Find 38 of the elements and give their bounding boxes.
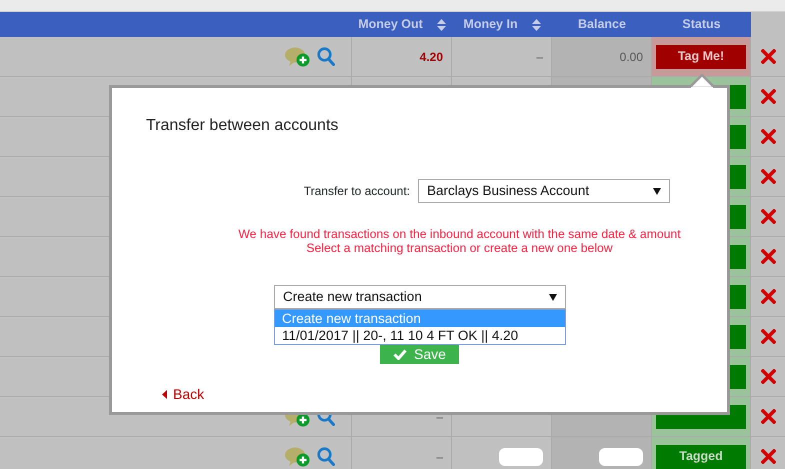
status-button[interactable]: Tagged bbox=[656, 444, 746, 468]
back-link[interactable]: Back bbox=[162, 384, 204, 406]
sort-icon[interactable] bbox=[532, 18, 541, 30]
check-icon bbox=[393, 348, 408, 360]
search-icon[interactable] bbox=[317, 47, 335, 66]
delete-button[interactable] bbox=[760, 169, 776, 184]
search-icon[interactable] bbox=[317, 447, 335, 466]
add-comment-icon[interactable] bbox=[285, 446, 311, 468]
amount-text: – bbox=[436, 408, 443, 426]
delete-button[interactable] bbox=[760, 329, 776, 344]
warning-message: We have found transactions on the inbound account with the same date & amount Select a matching transaction or create a new one below bbox=[237, 227, 682, 256]
status-button[interactable]: Tag Me! bbox=[656, 44, 746, 68]
dropdown-option[interactable]: Create new transaction bbox=[275, 310, 565, 328]
delete-button[interactable] bbox=[760, 49, 776, 64]
amount-text: – bbox=[536, 48, 543, 66]
amount-text: 0.00 bbox=[620, 48, 643, 66]
column-header: Status bbox=[682, 16, 721, 34]
field-label: Transfer to account: bbox=[304, 183, 410, 200]
delete-button[interactable] bbox=[760, 369, 776, 384]
delete-button[interactable] bbox=[760, 449, 776, 464]
dropdown-caret-icon bbox=[549, 294, 557, 301]
delete-button[interactable] bbox=[760, 289, 776, 304]
delete-button[interactable] bbox=[760, 129, 776, 144]
add-comment-icon[interactable] bbox=[285, 46, 311, 68]
sort-icon[interactable] bbox=[436, 18, 446, 30]
dropdown-option[interactable]: 11/01/2017 || 20-, 11 10 4 FT OK || 4.20 bbox=[275, 327, 565, 344]
delete-button[interactable] bbox=[760, 89, 776, 104]
column-header: Balance bbox=[578, 16, 626, 34]
delete-button[interactable] bbox=[760, 409, 776, 424]
account-select[interactable]: Barclays Business Account bbox=[418, 179, 670, 204]
transaction-select[interactable]: Create new transaction bbox=[274, 285, 566, 310]
caret-icon bbox=[162, 390, 167, 400]
delete-button[interactable] bbox=[760, 209, 776, 224]
amount-text: 4.20 bbox=[420, 48, 443, 66]
dialog-title: Transfer between accounts bbox=[146, 116, 340, 136]
amount-text: – bbox=[436, 448, 443, 466]
dropdown-caret-icon bbox=[653, 188, 661, 195]
delete-button[interactable] bbox=[760, 249, 776, 264]
